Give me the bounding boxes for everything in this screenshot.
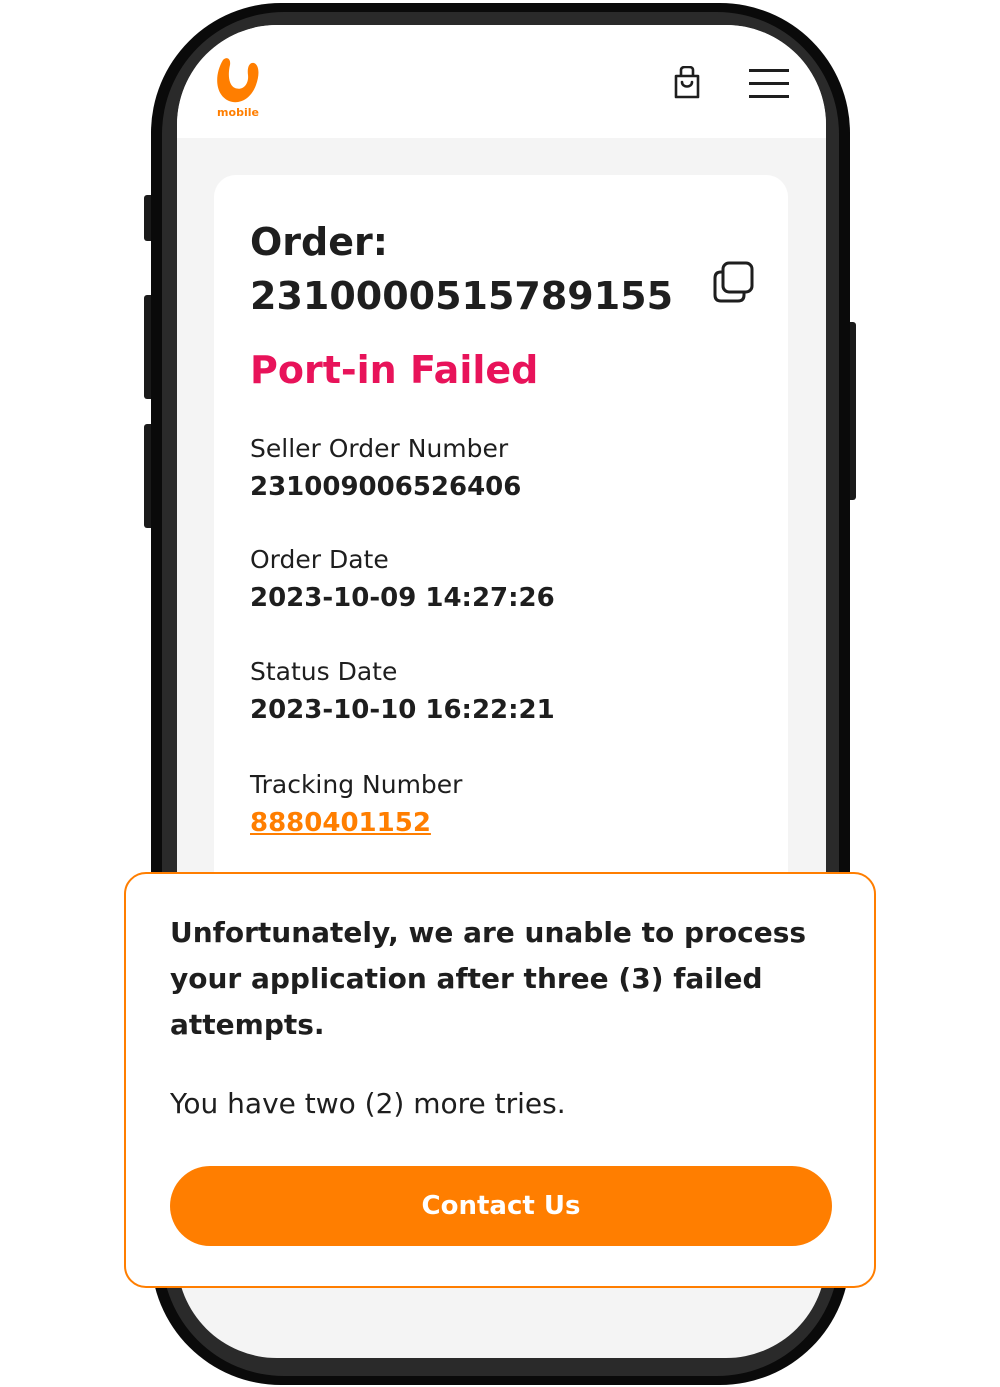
logo-text: mobile: [217, 106, 259, 119]
failed-attempts-popup: Unfortunately, we are unable to process …: [124, 872, 876, 1288]
order-title-label: Order:: [250, 220, 388, 264]
seller-order-number-field: Seller Order Number 231009006526406: [250, 431, 521, 507]
hamburger-menu-icon[interactable]: [749, 67, 789, 99]
field-label: Order Date: [250, 545, 389, 574]
field-value: 231009006526406: [250, 472, 522, 502]
order-heading: Order: 2310000515789155: [250, 215, 700, 323]
field-value: 2023-10-09 14:27:26: [250, 583, 555, 613]
stage: mobile Order: 2310000515789155 Port-in F…: [0, 0, 1000, 1387]
field-label: Tracking Number: [250, 770, 463, 799]
contact-us-button[interactable]: Contact Us: [170, 1166, 832, 1246]
status-date-field: Status Date 2023-10-10 16:22:21: [250, 654, 555, 730]
order-status: Port-in Failed: [250, 348, 539, 392]
order-card: Order: 2310000515789155 Port-in Failed S…: [214, 175, 788, 935]
tracking-number-field: Tracking Number 8880401152: [250, 767, 462, 843]
field-label: Status Date: [250, 657, 398, 686]
tracking-number-link[interactable]: 8880401152: [250, 808, 431, 838]
popup-sub-message: You have two (2) more tries.: [170, 1087, 566, 1120]
order-number: 2310000515789155: [250, 274, 674, 318]
field-value: 2023-10-10 16:22:21: [250, 695, 555, 725]
order-date-field: Order Date 2023-10-09 14:27:26: [250, 542, 555, 618]
u-mobile-logo[interactable]: mobile: [213, 51, 263, 119]
field-label: Seller Order Number: [250, 434, 509, 463]
app-header: mobile: [177, 25, 826, 138]
shopping-bag-icon[interactable]: [671, 65, 703, 100]
popup-message: Unfortunately, we are unable to process …: [170, 916, 807, 1041]
copy-icon[interactable]: [712, 260, 756, 304]
